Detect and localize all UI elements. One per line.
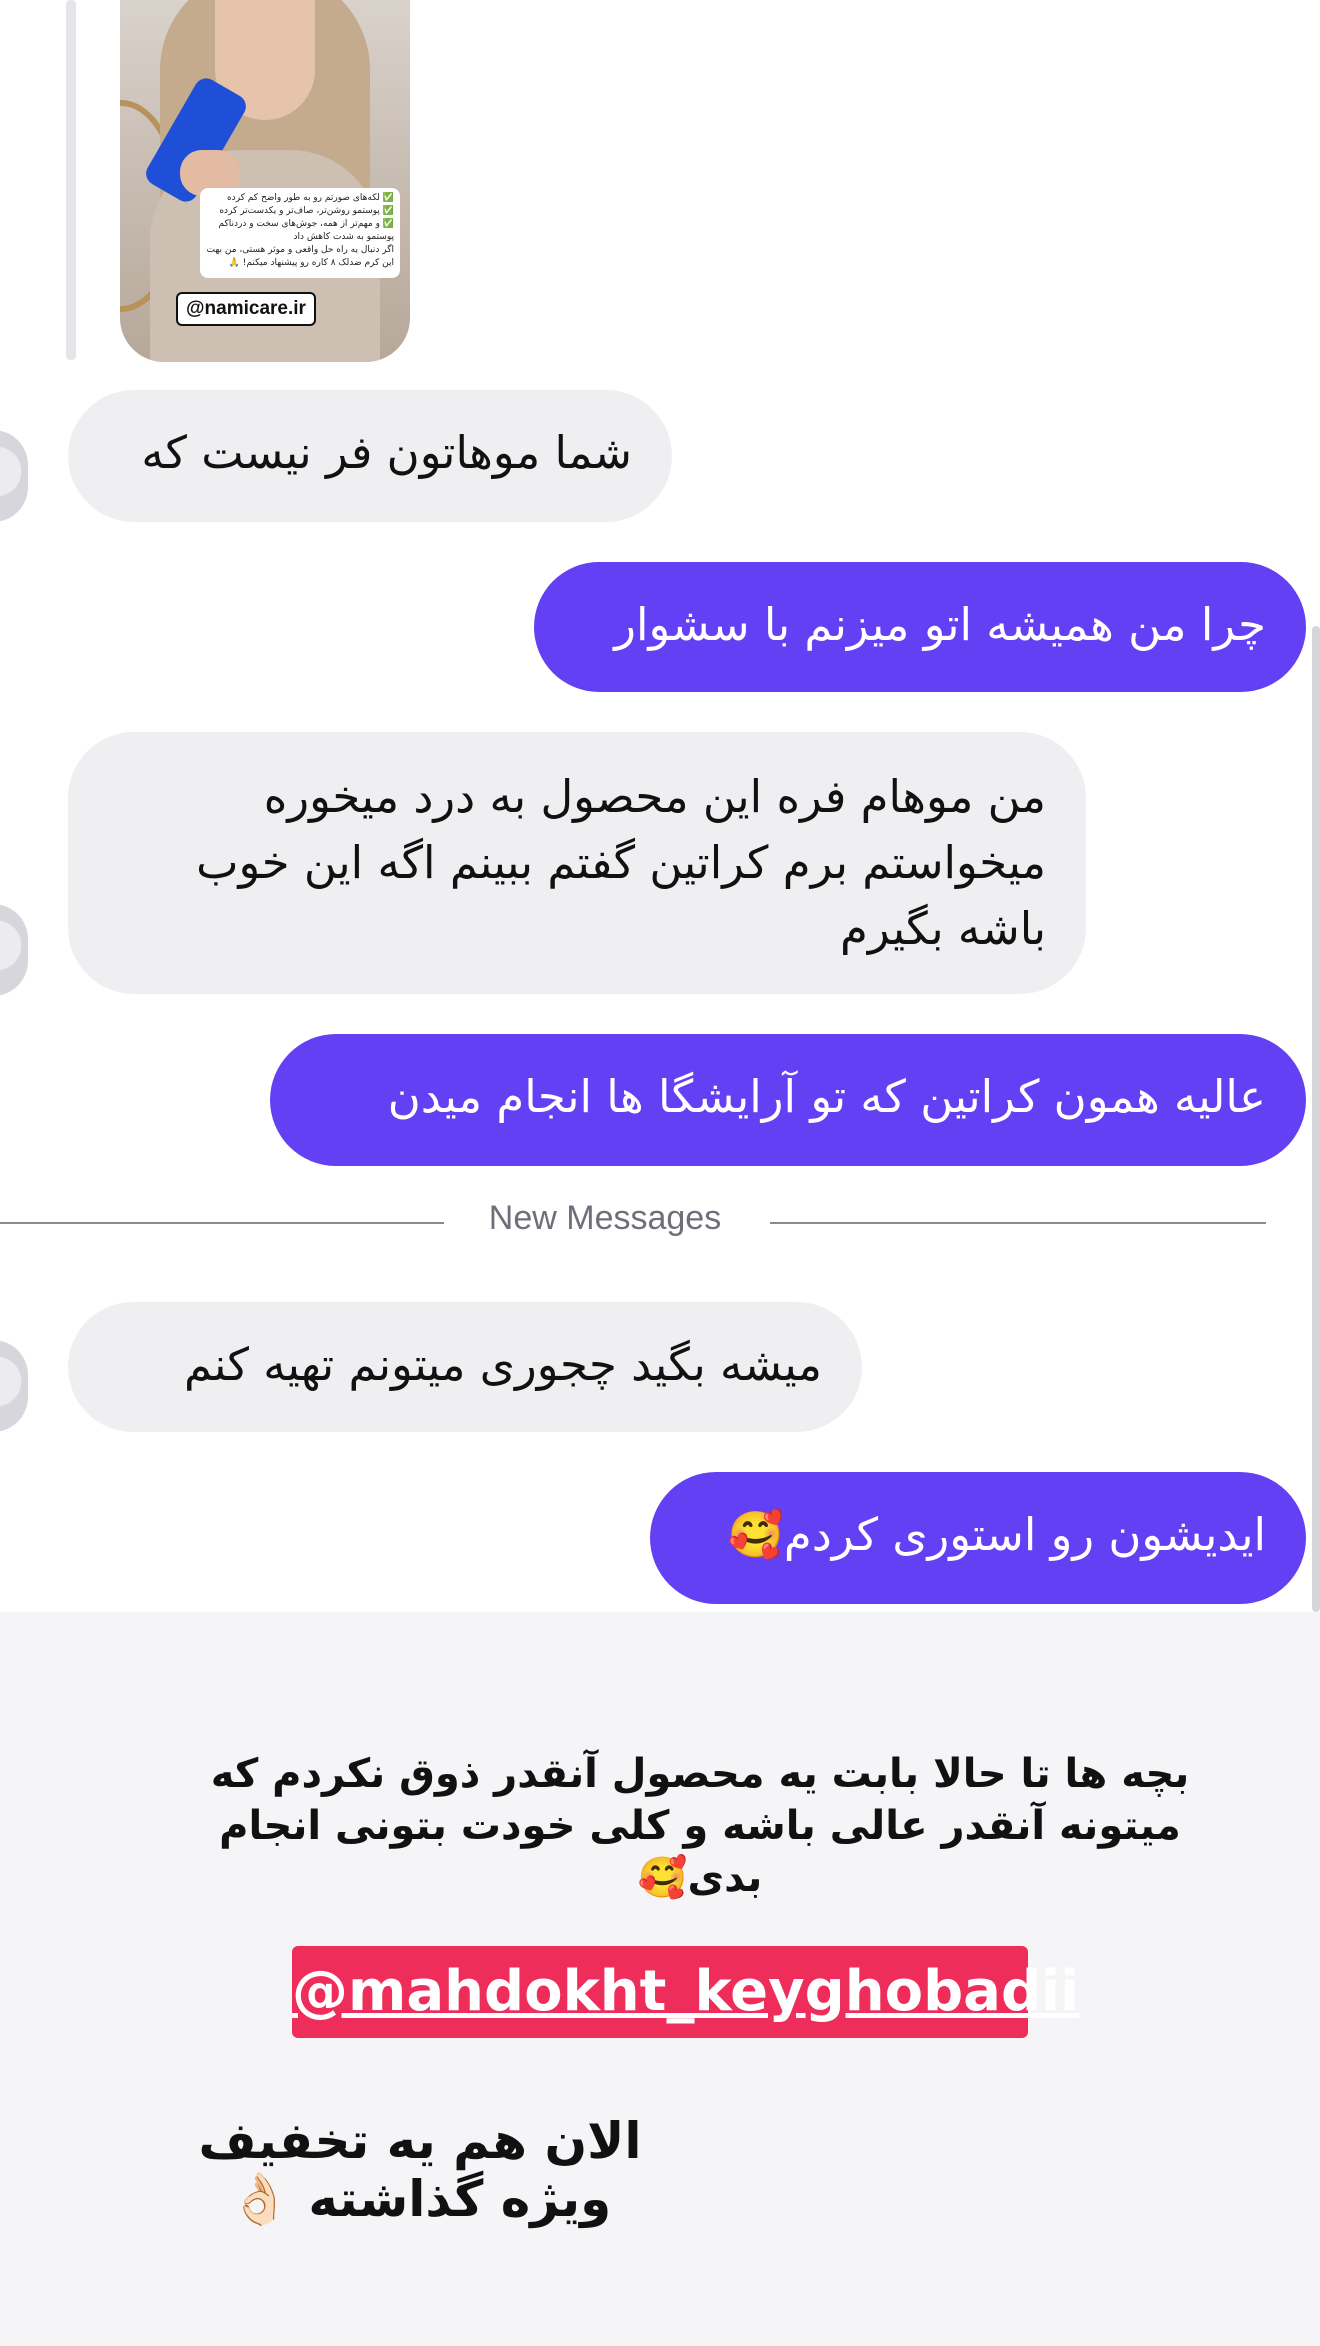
sender-avatar[interactable] <box>0 430 28 522</box>
message-bubble-outgoing[interactable]: عالیه همون کراتین که تو آرایشگا ها انجام… <box>270 1034 1306 1166</box>
story-line: ✅ لکه‌های صورتم رو به طور واضح کم کرده <box>226 193 394 203</box>
story-line: ✅ پوستمو روشن‌تر، صاف‌تر و یکدست‌تر کرده <box>219 206 394 216</box>
message-bubble-incoming[interactable]: شما موهاتون فر نیست که <box>68 390 672 522</box>
story-line: ✅ و مهم‌تر از همه، جوش‌های سخت و دردناکم <box>218 219 394 229</box>
story-text-box: ✅ لکه‌های صورتم رو به طور واضح کم کرده ✅… <box>200 188 400 278</box>
mention-sticker[interactable]: @mahdokht_keyghobadii <box>292 1946 1079 2038</box>
message-bubble-incoming[interactable]: من موهام فره این محصول به درد میخوره میخ… <box>68 732 1086 994</box>
divider-line-left <box>0 1222 444 1224</box>
sender-avatar[interactable] <box>0 904 28 996</box>
overlay-discount-text: الان هم یه تخفیف ویژه گذاشته 👌🏻 <box>198 2112 642 2228</box>
divider-line-right <box>770 1222 1266 1224</box>
message-bubble-outgoing[interactable]: ایدیشون رو استوری کردم🥰 <box>650 1472 1306 1604</box>
sender-avatar[interactable] <box>0 1340 28 1432</box>
chat-thread[interactable]: ✅ لکه‌های صورتم رو به طور واضح کم کرده ✅… <box>0 0 1320 1612</box>
message-bubble-outgoing[interactable]: چرا من همیشه اتو میزنم با سشوار <box>534 562 1306 692</box>
story-line: پوستمو به شدت کاهش داد <box>293 232 394 242</box>
scrollbar[interactable] <box>1312 626 1320 1612</box>
message-bubble-incoming[interactable]: میشه بگید چجوری میتونم تهیه کنم <box>68 1302 862 1432</box>
story-reply-bar <box>66 0 76 360</box>
story-handle-tag: @namicare.ir <box>176 292 316 326</box>
new-messages-divider: New Messages <box>488 1199 722 1237</box>
story-line: این کرم ضدلک ۸ کاره رو پیشنهاد میکنم! 🙏 <box>228 258 394 268</box>
story-line: اگر دنبال یه راه حل واقعی و موثر هستی، م… <box>206 245 394 255</box>
story-preview[interactable]: ✅ لکه‌های صورتم رو به طور واضح کم کرده ✅… <box>120 0 410 362</box>
overlay-caption: بچه ها تا حالا بابت یه محصول آنقدر ذوق ن… <box>210 1751 1190 1901</box>
